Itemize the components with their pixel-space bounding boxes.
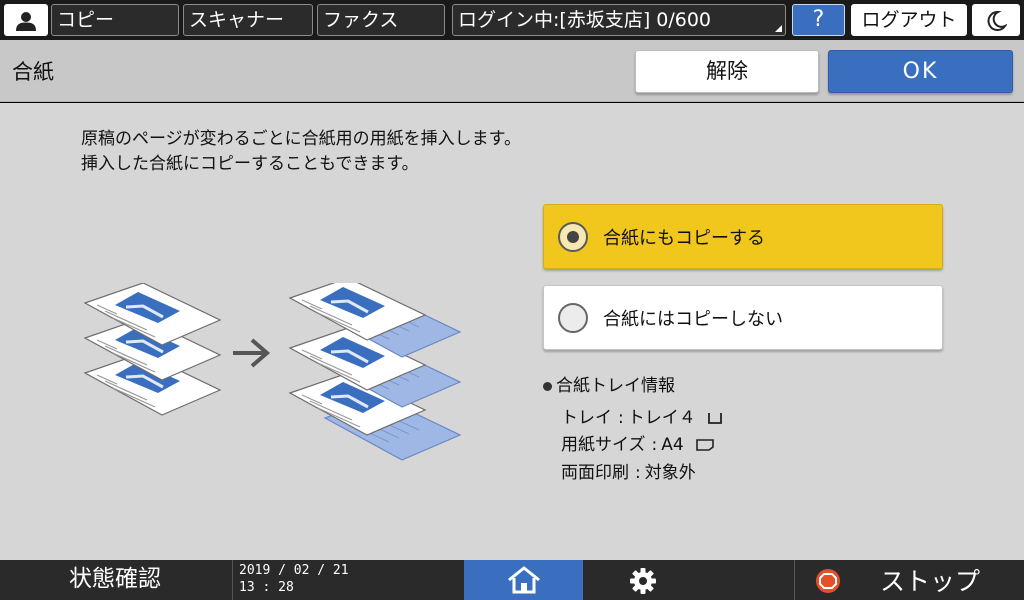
bottom-bar: 状態確認 2019 / 02 / 21 13 : 28 ストップ xyxy=(0,560,1024,600)
copy-app-button[interactable]: コピー xyxy=(51,4,179,36)
login-status-button[interactable]: ログイン中:[赤坂支店] 0/600 xyxy=(452,4,786,36)
date-text: 2019 / 02 / 21 xyxy=(239,563,349,578)
info-tray: トレイ: トレイ４ xyxy=(561,403,723,428)
stop-label: ストップ xyxy=(880,567,981,596)
user-button[interactable] xyxy=(4,4,48,36)
option-label: 合紙にもコピーする xyxy=(603,228,765,249)
stop-button[interactable]: ストップ xyxy=(794,560,1024,600)
time-text: 13 : 28 xyxy=(239,580,294,595)
paper-orientation-icon xyxy=(696,439,714,451)
tray-icon xyxy=(708,413,723,424)
stop-icon xyxy=(816,569,840,593)
option-label: 合紙にはコピーしない xyxy=(603,309,783,330)
description: 原稿のページが変わるごとに合紙用の用紙を挿入します。 挿入した合紙にコピーするこ… xyxy=(81,127,521,177)
duplex-label: 両面印刷 xyxy=(561,463,629,483)
tray-label: トレイ xyxy=(561,408,612,428)
help-button[interactable]: ? xyxy=(792,4,845,36)
fax-app-button[interactable]: ファクス xyxy=(317,4,445,36)
option-no-copy-on-slip[interactable]: 合紙にはコピーしない xyxy=(543,285,943,350)
radio-selected-icon xyxy=(558,222,588,252)
paper-size-label: 用紙サイズ xyxy=(561,435,646,455)
main-panel: 原稿のページが変わるごとに合紙用の用紙を挿入します。 挿入した合紙にコピーするこ… xyxy=(0,103,1024,560)
release-button[interactable]: 解除 xyxy=(635,50,819,93)
energy-saver-button[interactable] xyxy=(972,4,1020,36)
arrow-right-icon xyxy=(233,338,271,368)
option-copy-on-slip[interactable]: 合紙にもコピーする xyxy=(543,204,943,269)
corner-indicator-icon xyxy=(775,25,782,32)
login-status-text: ログイン中:[赤坂支店] 0/600 xyxy=(458,9,712,31)
home-icon xyxy=(507,566,540,594)
status-check-button[interactable]: 状態確認 xyxy=(0,560,230,600)
moon-icon xyxy=(987,10,1007,31)
description-line-1: 原稿のページが変わるごとに合紙用の用紙を挿入します。 xyxy=(81,129,521,149)
home-button[interactable] xyxy=(464,560,583,600)
duplex-value: 対象外 xyxy=(644,463,696,483)
settings-button[interactable] xyxy=(583,560,703,600)
person-icon xyxy=(16,12,36,31)
header-bar: 合紙 解除 OK xyxy=(0,40,1024,102)
radio-unselected-icon xyxy=(558,303,588,333)
ok-button[interactable]: OK xyxy=(828,50,1013,93)
scanner-app-button[interactable]: スキャナー xyxy=(183,4,313,36)
info-paper-size: 用紙サイズ: A4 xyxy=(561,430,715,455)
tray-value: トレイ４ xyxy=(627,408,696,428)
info-duplex: 両面印刷: 対象外 xyxy=(561,463,696,483)
datetime-display: 2019 / 02 / 21 13 : 28 xyxy=(232,560,464,600)
paper-size-value: A4 xyxy=(661,435,684,455)
slip-tray-info-heading: 合紙トレイ情報 xyxy=(543,371,675,396)
top-bar: コピー スキャナー ファクス ログイン中:[赤坂支店] 0/600 ? ログアウ… xyxy=(0,0,1024,40)
page-title: 合紙 xyxy=(12,60,54,84)
logout-button[interactable]: ログアウト xyxy=(851,4,967,36)
slip-sheet-illustration xyxy=(83,283,461,461)
gear-icon xyxy=(630,568,656,594)
description-line-2: 挿入した合紙にコピーすることもできます。 xyxy=(81,154,419,174)
bullet-icon xyxy=(543,381,552,391)
